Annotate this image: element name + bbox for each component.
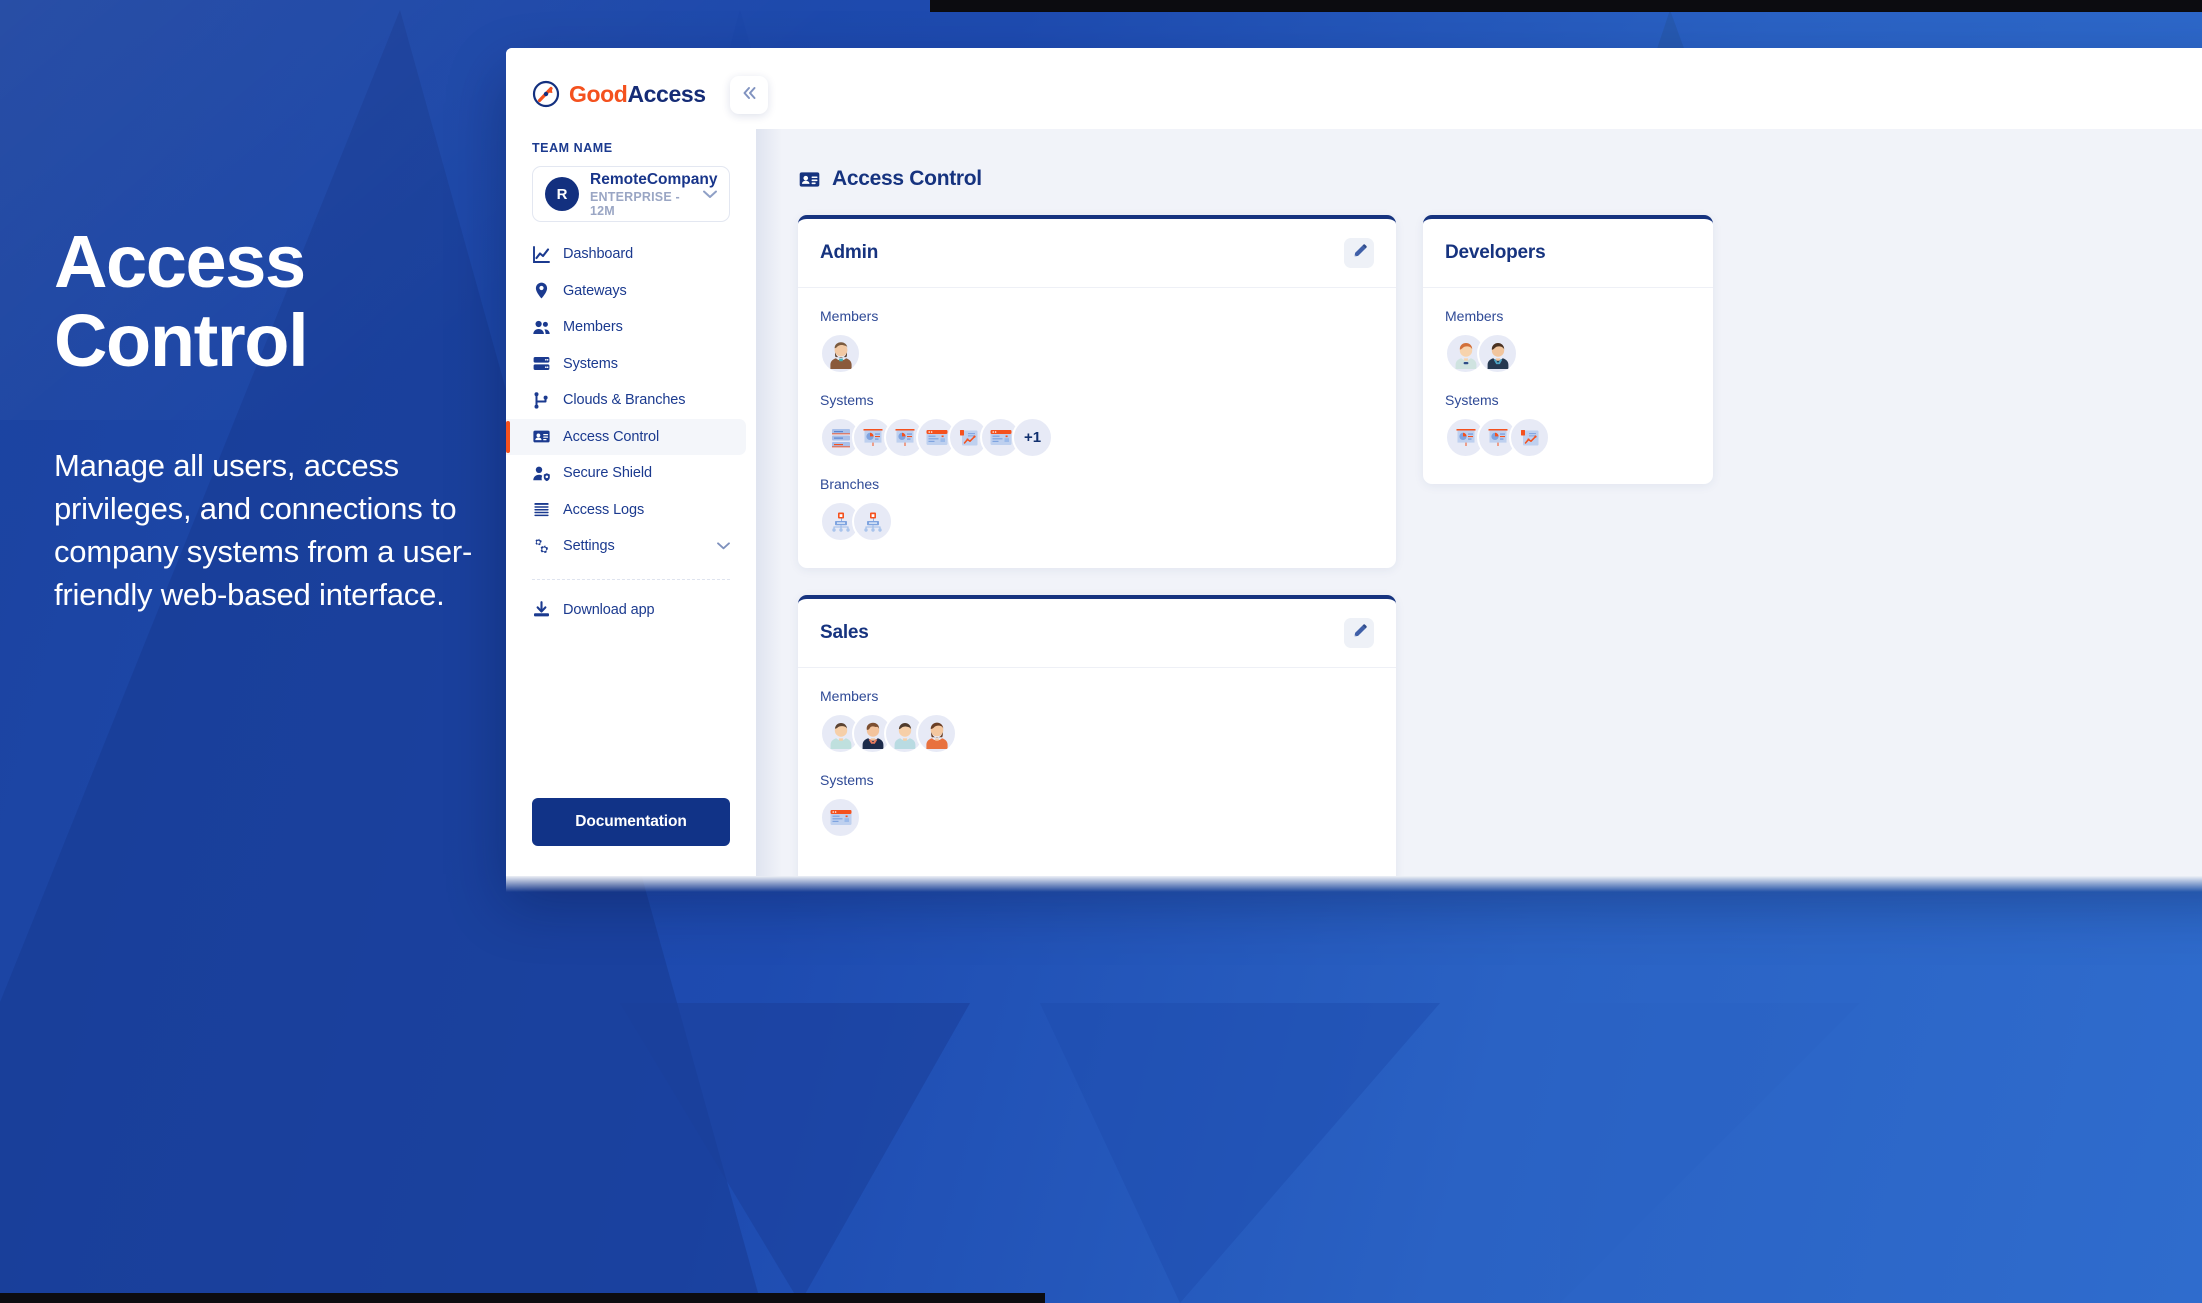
- card-title: Sales: [820, 622, 869, 643]
- documentation-button[interactable]: Documentation: [532, 798, 730, 846]
- card-body: Members Systems: [798, 668, 1396, 864]
- sidebar-item-label: Download app: [563, 601, 655, 618]
- content-area: Access Control Admin Members Systems +1 …: [756, 129, 2202, 876]
- user-shield-icon: [532, 464, 551, 483]
- card-header: Sales: [798, 599, 1396, 668]
- access-groups-container: Admin Members Systems +1 Branches Sales …: [798, 215, 2202, 876]
- gears-icon: [532, 537, 551, 556]
- page-header: Access Control: [798, 167, 2202, 191]
- team-plan: ENTERPRISE - 12M: [590, 189, 680, 218]
- access-group-card: Sales Members Systems: [798, 595, 1396, 876]
- section-label-systems: Systems: [820, 772, 874, 788]
- sidebar-collapse-button[interactable]: [730, 76, 768, 114]
- bg-triangle-center-bottom: [620, 1003, 970, 1303]
- system-icon-browser-window[interactable]: [820, 797, 861, 838]
- sidebar-item-gateways[interactable]: Gateways: [506, 273, 756, 310]
- systems-icon-row: [1445, 417, 1691, 458]
- id-card-icon: [532, 427, 551, 446]
- access-group-card: Developers Members Systems: [1423, 215, 1713, 484]
- team-selector[interactable]: R RemoteCompany ENTERPRISE - 12M: [532, 166, 730, 222]
- hero-subtitle: Manage all users, access privileges, and…: [54, 448, 473, 612]
- system-icon-report-chart[interactable]: [1509, 417, 1550, 458]
- section-label-members: Members: [820, 688, 879, 704]
- compass-arrow-icon: [532, 80, 560, 108]
- id-card-icon: [798, 168, 821, 191]
- sidebar-item-clouds-branches[interactable]: Clouds & Branches: [506, 382, 756, 419]
- page-title: Access Control: [832, 167, 982, 190]
- section-label-systems: Systems: [1445, 392, 1499, 408]
- bg-triangle-mid-bottom: [1040, 1003, 1440, 1303]
- brand-name-first: Good: [569, 80, 628, 107]
- access-groups-column-main: Admin Members Systems +1 Branches Sales …: [798, 215, 1396, 876]
- sidebar-item-label: Secure Shield: [563, 465, 652, 482]
- pencil-icon: [1352, 624, 1367, 642]
- bg-dark-edge-bottom: [0, 1293, 1045, 1303]
- bg-triangle-right-bottom: [1560, 1003, 1860, 1303]
- sidebar-divider: [532, 578, 730, 580]
- chevron-down-icon: [703, 187, 717, 202]
- people-icon: [532, 318, 551, 337]
- sidebar-item-label: Gateways: [563, 282, 627, 299]
- avatar[interactable]: [1477, 333, 1518, 374]
- systems-overflow-badge[interactable]: +1: [1012, 417, 1053, 458]
- sidebar-item-settings[interactable]: Settings: [506, 528, 756, 565]
- section-label-branches: Branches: [820, 476, 880, 492]
- sidebar-item-label: Systems: [563, 355, 618, 372]
- download-icon: [532, 600, 551, 619]
- avatar[interactable]: [820, 333, 861, 374]
- card-header: Admin: [798, 219, 1396, 288]
- sidebar-item-secure-shield[interactable]: Secure Shield: [506, 455, 756, 492]
- card-title: Admin: [820, 242, 879, 263]
- brand-logo[interactable]: GoodAccess: [506, 48, 756, 108]
- main-pane: Access Control Admin Members Systems +1 …: [730, 48, 2202, 876]
- edit-group-button[interactable]: [1344, 238, 1374, 268]
- sidebar-item-label: Clouds & Branches: [563, 392, 686, 409]
- section-label-systems: Systems: [820, 392, 874, 408]
- double-chevron-left-icon: [741, 85, 758, 105]
- sidebar-item-download-app[interactable]: Download app: [506, 592, 756, 629]
- members-avatar-row: [820, 713, 1374, 754]
- chart-line-icon: [532, 245, 551, 264]
- card-header: Developers: [1423, 219, 1713, 288]
- systems-icon-row: +1: [820, 417, 1374, 458]
- sidebar-item-dashboard[interactable]: Dashboard: [506, 236, 756, 273]
- sidebar-item-members[interactable]: Members: [506, 309, 756, 346]
- section-label-members: Members: [820, 308, 879, 324]
- sidebar-item-access-logs[interactable]: Access Logs: [506, 492, 756, 529]
- branch-icon: [532, 391, 551, 410]
- sidebar-item-label: Settings: [563, 538, 615, 555]
- team-name-label: TEAM NAME: [532, 141, 613, 155]
- card-body: Members Systems: [1423, 288, 1713, 484]
- sidebar-item-label: Access Control: [563, 428, 660, 445]
- section-label-members: Members: [1445, 308, 1504, 324]
- chevron-down-icon: [717, 539, 730, 553]
- members-avatar-row: [1445, 333, 1691, 374]
- sidebar-item-systems[interactable]: Systems: [506, 346, 756, 383]
- list-lines-icon: [532, 500, 551, 519]
- topbar: [756, 48, 2202, 129]
- sidebar-item-label: Access Logs: [563, 501, 645, 518]
- pencil-icon: [1352, 244, 1367, 262]
- branches-icon-row: [820, 501, 1374, 542]
- edit-group-button[interactable]: [1344, 618, 1374, 648]
- sidebar-nav: Dashboard Gateways Members Systems Cloud…: [506, 236, 756, 628]
- team-avatar: R: [545, 177, 579, 211]
- members-avatar-row: [820, 333, 1374, 374]
- brand-name-second: Access: [627, 80, 706, 107]
- sidebar-item-label: Members: [563, 319, 623, 336]
- avatar[interactable]: [916, 713, 957, 754]
- team-name: RemoteCompany: [590, 170, 718, 188]
- sidebar: GoodAccess TEAM NAME R RemoteCompany ENT…: [506, 48, 756, 876]
- sidebar-item-label: Dashboard: [563, 246, 634, 263]
- branch-network-icon[interactable]: [852, 501, 893, 542]
- sidebar-item-access-control[interactable]: Access Control: [506, 418, 746, 455]
- access-group-card: Admin Members Systems +1 Branches: [798, 215, 1396, 568]
- card-body: Members Systems: [798, 288, 1396, 568]
- app-window: GoodAccess TEAM NAME R RemoteCompany ENT…: [506, 48, 2202, 876]
- location-pin-icon: [532, 281, 551, 300]
- bg-dark-edge-top: [930, 0, 2202, 12]
- systems-icon-row: [820, 797, 1374, 838]
- card-title: Developers: [1445, 242, 1546, 263]
- server-icon: [532, 354, 551, 373]
